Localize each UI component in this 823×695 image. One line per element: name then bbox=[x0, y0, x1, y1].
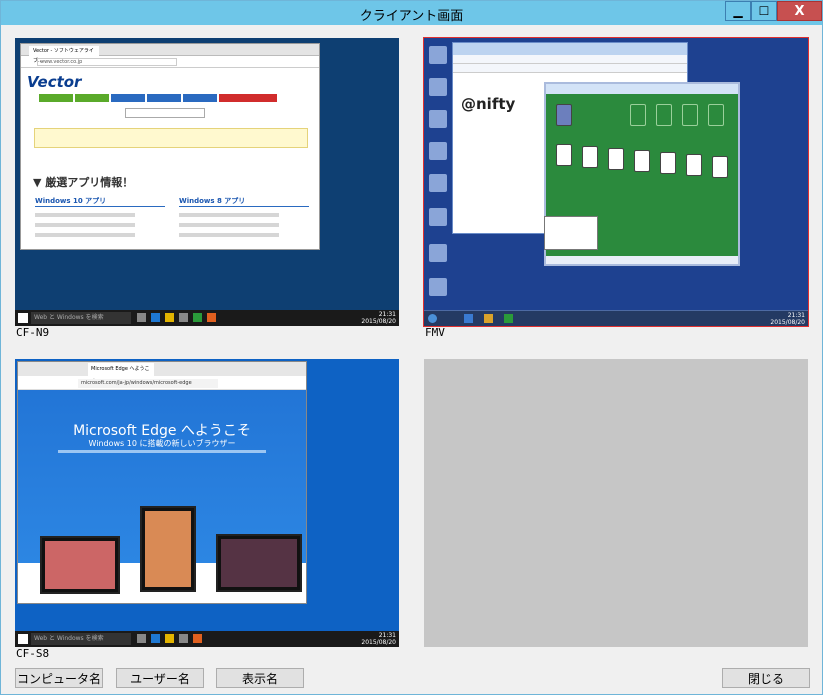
desktop-icon bbox=[429, 244, 447, 262]
edge-icon bbox=[151, 634, 160, 643]
nifty-logo: @nifty bbox=[461, 95, 516, 113]
edge-icon bbox=[151, 313, 160, 322]
taskbar-search: Web と Windows を検索 bbox=[31, 633, 131, 645]
browser-tab: Vector - ソフトウェアライブ… bbox=[29, 46, 99, 64]
title-bar[interactable]: クライアント画面 ▁ ☐ X bbox=[1, 1, 822, 25]
taskbar-clock: 21:31 2015/08/20 bbox=[361, 311, 396, 325]
browser-tab: Microsoft Edge へようこそ bbox=[88, 363, 154, 385]
minimize-button[interactable]: ▁ bbox=[725, 1, 751, 21]
browser-tabs: Vector - ソフトウェアライブ… bbox=[21, 44, 319, 64]
close-button[interactable]: 閉じる bbox=[722, 668, 810, 688]
desktop-icon bbox=[429, 278, 447, 296]
client-tile-cf-s8[interactable]: Microsoft Edge へようこそ microsoft.com/ja-jp… bbox=[15, 359, 399, 647]
address-field: www.vector.co.jp bbox=[37, 58, 177, 66]
client-label-cf-n9: CF-N9 bbox=[16, 326, 50, 339]
folder-icon bbox=[165, 634, 174, 643]
taskbar: 21:31 2015/08/20 bbox=[424, 310, 808, 326]
taskbar: Web と Windows を検索 21:31 2015/08/20 bbox=[15, 310, 399, 326]
column-windows10: Windows 10 アプリ bbox=[35, 196, 165, 243]
firefox-icon bbox=[193, 634, 202, 643]
window-title: クライアント画面 bbox=[359, 9, 464, 24]
taskbar-clock: 21:31 2015/08/20 bbox=[770, 312, 805, 326]
folder-icon bbox=[165, 313, 174, 322]
laptop-image bbox=[40, 536, 120, 594]
windows-start-icon bbox=[18, 313, 28, 323]
browser-tabs: Microsoft Edge へようこそ bbox=[18, 362, 306, 385]
column-title: Windows 10 アプリ bbox=[35, 196, 165, 207]
site-search-box bbox=[125, 108, 205, 118]
client-tile-fmv[interactable]: @nifty 21:31 2015/08/20 bbox=[423, 37, 809, 327]
desktop-icon bbox=[429, 78, 447, 96]
edge-browser-window: Microsoft Edge へようこそ microsoft.com/ja-jp… bbox=[17, 361, 307, 604]
taskbar-search: Web と Windows を検索 bbox=[31, 312, 131, 324]
app-icon bbox=[193, 313, 202, 322]
maximize-button[interactable]: ☐ bbox=[751, 1, 777, 21]
close-window-button[interactable]: X bbox=[777, 1, 822, 21]
desktop-thumbnail: @nifty 21:31 2015/08/20 bbox=[424, 38, 808, 326]
ie-icon bbox=[464, 314, 473, 323]
address-field: microsoft.com/ja-jp/windows/microsoft-ed… bbox=[78, 379, 218, 388]
taskbar: Web と Windows を検索 21:31 2015/08/20 bbox=[15, 631, 399, 647]
store-icon bbox=[179, 313, 188, 322]
display-name-button[interactable]: 表示名 bbox=[216, 668, 304, 688]
edge-welcome-hero: Microsoft Edge へようこそ Windows 10 に搭載の新しいブ… bbox=[18, 390, 306, 603]
start-orb-icon bbox=[428, 314, 437, 323]
computer-name-button[interactable]: コンピュータ名 bbox=[15, 668, 103, 688]
tooltip bbox=[544, 216, 598, 250]
section-heading: ▼ 厳選アプリ情報！ bbox=[33, 176, 134, 189]
notice-box bbox=[34, 128, 308, 148]
client-tile-cf-n9[interactable]: Vector - ソフトウェアライブ… www.vector.co.jp Vec… bbox=[15, 38, 399, 326]
taskbar-clock: 21:31 2015/08/20 bbox=[361, 632, 396, 646]
browser-window: Vector - ソフトウェアライブ… www.vector.co.jp Vec… bbox=[20, 43, 320, 250]
windows-start-icon bbox=[18, 634, 28, 644]
address-bar: microsoft.com/ja-jp/windows/microsoft-ed… bbox=[18, 376, 306, 390]
client-tile-empty bbox=[424, 359, 808, 647]
task-view-icon bbox=[137, 313, 146, 322]
explorer-icon bbox=[484, 314, 493, 323]
hero-title: Microsoft Edge へようこそ bbox=[73, 423, 251, 439]
desktop-icon bbox=[429, 110, 447, 128]
desktop-thumbnail: Vector - ソフトウェアライブ… www.vector.co.jp Vec… bbox=[15, 38, 399, 326]
desktop-icon bbox=[429, 174, 447, 192]
task-view-icon bbox=[137, 634, 146, 643]
user-name-button[interactable]: ユーザー名 bbox=[116, 668, 204, 688]
tablet-image bbox=[140, 506, 196, 592]
firefox-icon bbox=[207, 313, 216, 322]
client-label-fmv: FMV bbox=[425, 326, 445, 339]
store-icon bbox=[179, 634, 188, 643]
address-bar: www.vector.co.jp bbox=[21, 56, 319, 68]
site-nav bbox=[39, 94, 277, 102]
desktop-icon bbox=[429, 46, 447, 64]
solitaire-icon bbox=[504, 314, 513, 323]
column-windows8: Windows 8 アプリ bbox=[179, 196, 309, 243]
client-label-cf-s8: CF-S8 bbox=[16, 647, 50, 660]
client-screen-window: クライアント画面 ▁ ☐ X Vector - ソフトウェアライブ… www.v… bbox=[0, 0, 823, 695]
site-logo: Vector bbox=[27, 73, 82, 91]
hero-subtitle: Windows 10 に搭載の新しいブラウザー bbox=[88, 439, 236, 448]
desktop-icon bbox=[429, 208, 447, 226]
desktop-icon bbox=[429, 142, 447, 160]
column-title: Windows 8 アプリ bbox=[179, 196, 309, 207]
monitor-image bbox=[216, 534, 302, 592]
